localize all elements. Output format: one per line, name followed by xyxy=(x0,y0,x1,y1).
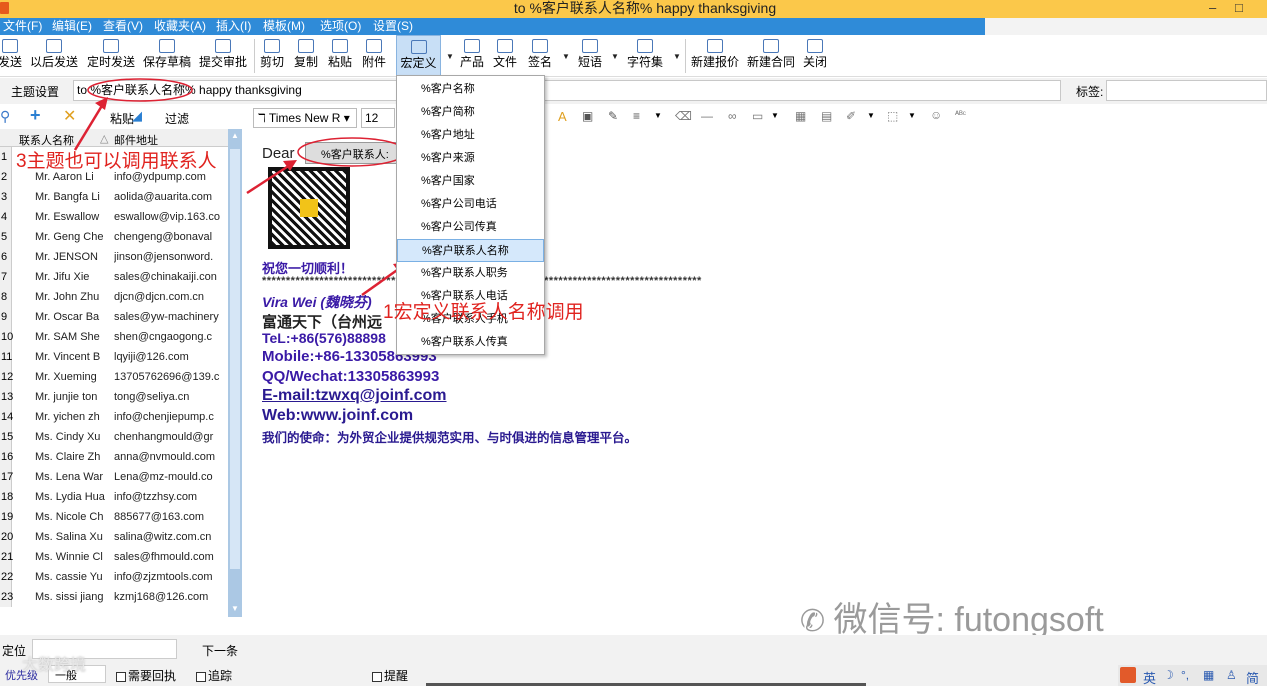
logo-watermark: 大数跨境 xyxy=(22,657,87,674)
macro-menu-item[interactable]: %客户公司传真 xyxy=(397,216,544,239)
ime-lang[interactable]: 英 xyxy=(1143,668,1156,687)
annotation-overlay xyxy=(73,78,542,297)
keyboard-icon[interactable]: ▦ xyxy=(1203,668,1214,682)
track-checkbox[interactable]: 追踪 xyxy=(196,667,232,684)
checkbox-icon xyxy=(372,671,382,682)
ime-logo-icon xyxy=(1120,667,1136,683)
checkbox-icon xyxy=(196,671,206,682)
wechat-watermark: ✆ 微信号: futongsoft xyxy=(800,601,1104,639)
need-receipt-checkbox[interactable]: 需要回执 xyxy=(116,667,176,684)
moon-icon[interactable]: ☽ xyxy=(1163,668,1174,682)
macro-menu-item[interactable]: %客户地址 xyxy=(397,124,544,147)
ime-simplified[interactable]: 简 xyxy=(1246,668,1259,687)
annotation-subject-macro: 3主题也可以调用联系人 xyxy=(16,151,217,172)
macro-menu-item[interactable]: %客户来源 xyxy=(397,147,544,170)
macro-menu-item[interactable]: %客户名称 xyxy=(397,78,544,101)
annotation-contact-macro: 1宏定义联系人名称调用 xyxy=(383,302,584,323)
macro-menu-item[interactable]: %客户简称 xyxy=(397,101,544,124)
annotation-arrow-menu xyxy=(361,266,401,297)
macro-menu-item[interactable]: %客户公司电话 xyxy=(397,193,544,216)
macro-menu-item[interactable]: %客户联系人职务 xyxy=(397,262,544,285)
ime-tray: 英 ☽ °, ▦ ♙ 简 xyxy=(1118,665,1267,686)
macro-menu-item[interactable]: %客户国家 xyxy=(397,170,544,193)
remind-checkbox[interactable]: 提醒 xyxy=(372,667,408,684)
checkbox-icon xyxy=(116,671,126,682)
annotation-oval-placeholder xyxy=(297,137,407,167)
wechat-icon: ✆ xyxy=(800,605,834,638)
bottom-bar: 定位 下一条 优先级 一般 需要回执 追踪 提醒 大数跨境 英 ☽ °, ▦ ♙… xyxy=(0,635,1267,686)
annotation-oval-subject xyxy=(87,78,193,102)
comma-icon[interactable]: °, xyxy=(1181,668,1189,682)
macro-menu-item[interactable]: %客户联系人名称 xyxy=(397,239,544,262)
macro-menu-item[interactable]: %客户联系人传真 xyxy=(397,331,544,354)
user-icon[interactable]: ♙ xyxy=(1226,668,1237,682)
annotation-arrow-subject xyxy=(73,103,105,151)
next-button[interactable]: 下一条 xyxy=(202,642,238,659)
annotation-arrow-editor xyxy=(246,163,291,195)
